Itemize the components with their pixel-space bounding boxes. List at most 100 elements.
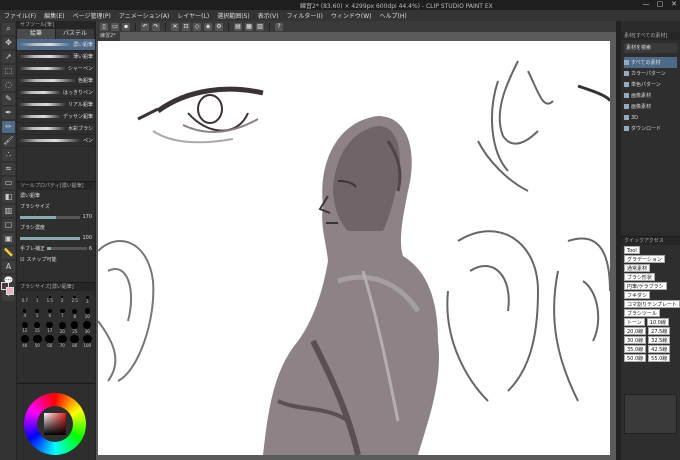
invert-selection-icon[interactable]: ◈ <box>204 22 212 31</box>
brush-density-slider[interactable] <box>20 236 81 240</box>
quick-access-button[interactable]: Tool <box>624 246 640 254</box>
quick-access-button[interactable]: コマ割りテンプレート <box>624 300 680 308</box>
stabilization-slider[interactable] <box>47 247 87 250</box>
snap-checkbox[interactable]: ☑ <box>20 257 24 263</box>
new-file-icon[interactable]: ▯ <box>100 22 108 31</box>
tone-button[interactable]: 32.5線 <box>648 336 671 344</box>
brush-size-preset[interactable]: 15 <box>32 321 44 334</box>
quick-access-button[interactable]: グラデーション <box>624 255 665 263</box>
ruler-tool-icon[interactable]: 📏 <box>2 247 15 259</box>
tree-item-mono-pattern[interactable]: 単色パターン <box>624 79 677 90</box>
gradient-icon[interactable]: ▥ <box>2 205 15 217</box>
brush-size-preset[interactable]: 10 <box>82 307 94 320</box>
operation-icon[interactable]: ➚ <box>2 51 15 63</box>
tone-button[interactable]: 20.0線 <box>624 327 647 335</box>
brush-size-preset[interactable]: 7 <box>57 307 69 320</box>
tree-item-3d[interactable]: 3D <box>624 112 677 123</box>
minimize-button[interactable]: — <box>642 0 650 8</box>
brush-item[interactable]: シャーペン <box>17 63 95 75</box>
brush-size-slider[interactable] <box>20 215 81 219</box>
menu-help[interactable]: ヘルプ(H) <box>379 11 406 20</box>
brush-size-preset[interactable]: 0.7 <box>19 293 31 306</box>
brush-size-preset[interactable]: 17 <box>44 321 56 334</box>
brush-size-preset[interactable]: 4 <box>19 307 31 320</box>
maximize-button[interactable]: □ <box>656 0 664 8</box>
redo-icon[interactable]: ↷ <box>152 22 160 31</box>
menu-file[interactable]: ファイル(F) <box>4 11 36 20</box>
clear-icon[interactable]: ✕ <box>171 22 179 31</box>
lasso-icon[interactable]: ◌ <box>2 79 15 91</box>
tree-item-download[interactable]: ダウンロード <box>624 123 677 134</box>
frame-icon[interactable]: ▣ <box>2 233 15 245</box>
menu-animation[interactable]: アニメーション(A) <box>119 11 170 20</box>
eraser-icon[interactable]: ▭ <box>2 177 15 189</box>
brush-size-preset[interactable]: 1 <box>32 293 44 306</box>
tree-item-all[interactable]: すべての素材 <box>624 57 677 68</box>
blend-icon[interactable]: ≈ <box>2 163 15 175</box>
sub-color-swatch[interactable] <box>6 287 14 295</box>
open-file-icon[interactable]: ▭ <box>111 22 119 31</box>
deselect-icon[interactable]: ◇ <box>193 22 201 31</box>
brush-size-preset[interactable]: 60 <box>44 335 56 348</box>
brush-item[interactable]: ペン <box>17 135 95 147</box>
quick-access-button[interactable]: 通常素材 <box>624 264 651 272</box>
text-icon[interactable]: A <box>2 261 15 273</box>
brush-size-preset[interactable]: 12 <box>19 321 31 334</box>
zoom-icon[interactable]: ⌕ <box>2 23 15 35</box>
eyedropper-icon[interactable]: ✎ <box>2 93 15 105</box>
settings-icon[interactable]: ⚙ <box>215 22 223 31</box>
brush-size-preset[interactable]: 20 <box>57 321 69 334</box>
quick-access-button[interactable]: ブラシ形状 <box>624 273 655 281</box>
brush-size-preset[interactable]: 70 <box>57 335 69 348</box>
brush-size-preset[interactable]: 2.5 <box>69 293 81 306</box>
undo-icon[interactable]: ↶ <box>141 22 149 31</box>
brush-size-preset[interactable]: 6 <box>44 307 56 320</box>
material-search-button[interactable]: 素材を検索 <box>624 43 677 53</box>
menu-selection[interactable]: 選択範囲(S) <box>217 11 250 20</box>
brush-size-preset[interactable]: 30 <box>82 321 94 334</box>
tone-button[interactable]: 27.5線 <box>648 327 671 335</box>
brush-size-preset[interactable]: 3 <box>82 293 94 306</box>
tone-button[interactable]: 10.0線 <box>646 318 669 326</box>
brush-item[interactable]: 濃い鉛筆 <box>17 39 95 51</box>
tone-button[interactable]: 35.0線 <box>624 345 647 353</box>
menu-page[interactable]: ページ管理(P) <box>73 11 111 20</box>
tab-pencil[interactable]: 絵筆 <box>17 29 56 39</box>
brush-size-preset[interactable]: 25 <box>69 321 81 334</box>
menu-layer[interactable]: レイヤー(L) <box>177 11 209 20</box>
menu-view[interactable]: 表示(V) <box>258 11 279 20</box>
tree-item-image[interactable]: 画像素材 <box>624 90 677 101</box>
grid-icon[interactable]: ▦ <box>245 22 253 31</box>
close-button[interactable]: ✕ <box>670 0 678 8</box>
move-icon[interactable]: ✥ <box>2 37 15 49</box>
tone-button[interactable]: 30.0線 <box>624 336 647 344</box>
brush-size-preset[interactable]: 50 <box>32 335 44 348</box>
brush-size-preset[interactable]: 8 <box>69 307 81 320</box>
brush-item[interactable]: 水彩ブラシ <box>17 123 95 135</box>
drawing-canvas[interactable] <box>98 41 610 455</box>
transform-icon[interactable]: ⊡ <box>182 22 190 31</box>
brush-item[interactable]: はっきりペン <box>17 87 95 99</box>
brush-size-preset[interactable]: 100 <box>82 335 94 348</box>
layer-icon[interactable]: ▤ <box>234 22 242 31</box>
saturation-brightness-square[interactable] <box>44 413 66 435</box>
quick-access-button[interactable]: フキダシ <box>624 291 651 299</box>
figure-icon[interactable]: ▢ <box>2 219 15 231</box>
pen-icon[interactable]: ✒ <box>2 107 15 119</box>
brush-size-preset[interactable]: 2 <box>57 293 69 306</box>
ruler-icon[interactable]: ▥ <box>256 22 264 31</box>
tone-button[interactable]: トーン <box>624 318 645 326</box>
menu-edit[interactable]: 編集(E) <box>44 11 64 20</box>
quick-access-button[interactable]: 円筆/ゲラブラシ <box>624 282 667 290</box>
tone-button[interactable]: 55.0線 <box>648 354 671 362</box>
selection-icon[interactable]: ⬚ <box>2 65 15 77</box>
brush-size-preset[interactable]: 1.5 <box>44 293 56 306</box>
tree-item-color-pattern[interactable]: カラーパターン <box>624 68 677 79</box>
fill-icon[interactable]: ◧ <box>2 191 15 203</box>
tab-pastel[interactable]: パステル <box>56 29 95 39</box>
tree-item-image-2[interactable]: 画像素材 <box>624 101 677 112</box>
quick-access-button[interactable]: ブラシツール <box>624 309 660 317</box>
brush-item[interactable]: リアル鉛筆 <box>17 99 95 111</box>
brush-item[interactable]: デッサン鉛筆 <box>17 111 95 123</box>
airbrush-icon[interactable]: ∴ <box>2 149 15 161</box>
